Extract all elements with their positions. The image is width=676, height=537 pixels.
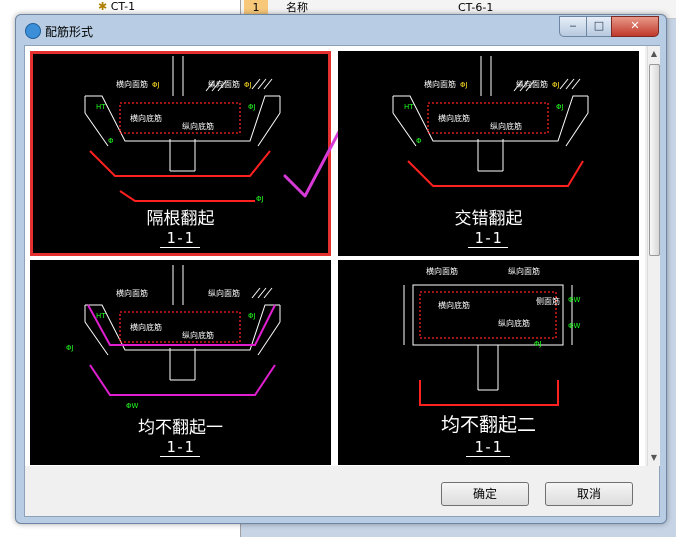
svg-text:横向面筋: 横向面筋 xyxy=(424,79,456,89)
section-label: 1-1 xyxy=(160,229,200,248)
scroll-down-icon[interactable]: ▼ xyxy=(648,452,660,464)
maximize-icon: □ xyxy=(593,19,605,32)
tree-item-ct1[interactable]: ✱ CT-1 xyxy=(98,0,135,13)
cancel-button[interactable]: 取消 xyxy=(545,482,633,506)
svg-text:纵向面筋: 纵向面筋 xyxy=(516,79,548,89)
ok-button[interactable]: 确定 xyxy=(441,482,529,506)
app-icon xyxy=(25,23,41,39)
section-label: 1-1 xyxy=(466,438,510,457)
minimize-icon: ‒ xyxy=(569,19,577,32)
svg-text:Φ: Φ xyxy=(108,137,114,145)
svg-text:ΦJ: ΦJ xyxy=(248,103,256,111)
tree-item-label: CT-1 xyxy=(110,0,136,13)
svg-text:HT: HT xyxy=(96,312,106,320)
svg-text:纵向底筋: 纵向底筋 xyxy=(490,121,522,131)
svg-text:横向面筋: 横向面筋 xyxy=(116,288,148,298)
svg-text:ΦJ: ΦJ xyxy=(248,312,256,320)
svg-text:ΦJ: ΦJ xyxy=(244,81,252,89)
label-side-bar: 侧面筋 xyxy=(536,296,560,306)
component-icon: ✱ xyxy=(98,0,108,13)
svg-text:纵向面筋: 纵向面筋 xyxy=(508,266,540,276)
svg-text:横向底筋: 横向底筋 xyxy=(130,322,162,332)
svg-text:ΦJ: ΦJ xyxy=(460,81,468,89)
maximize-button[interactable]: □ xyxy=(586,16,612,37)
option-no-bend-one[interactable]: 横向面筋 纵向面筋 横向底筋 纵向底筋 HT ΦJ ΦJ ΦW 均不翻起一 1-1 xyxy=(30,260,331,465)
svg-text:ΦW: ΦW xyxy=(126,402,139,410)
option-no-bend-two[interactable]: 横向面筋 纵向面筋 横向底筋 纵向底筋 侧面筋 ΦW ΦW ΦJ 均不翻起二 1-1 xyxy=(338,260,639,465)
svg-text:ΦJ: ΦJ xyxy=(552,81,560,89)
svg-text:纵向底筋: 纵向底筋 xyxy=(182,330,214,340)
svg-text:横向底筋: 横向底筋 xyxy=(438,113,470,123)
svg-text:Φ: Φ xyxy=(416,137,422,145)
rebar-form-dialog: 配筋形式 ‒ □ ✕ 横向面筋 纵向面筋 横向底筋 纵向底筋 ΦJ ΦJ HT … xyxy=(15,14,667,524)
svg-text:HT: HT xyxy=(96,103,106,111)
dialog-body: 横向面筋 纵向面筋 横向底筋 纵向底筋 ΦJ ΦJ HT ΦJ Φ ΦJ 隔根翻起 1-… xyxy=(24,45,660,517)
title-bar[interactable]: 配筋形式 ‒ □ ✕ xyxy=(16,15,666,45)
svg-text:ΦJ: ΦJ xyxy=(556,103,564,111)
panel-title: 均不翻起二 xyxy=(440,414,536,436)
label-lateral-face: 横向面筋 xyxy=(116,79,148,89)
svg-text:ΦJ: ΦJ xyxy=(152,81,160,89)
vertical-scrollbar[interactable]: ▲ ▼ xyxy=(647,46,660,466)
dialog-title: 配筋形式 xyxy=(45,25,94,39)
svg-text:ΦJ: ΦJ xyxy=(534,340,542,348)
option-staggered-bend[interactable]: 横向面筋 纵向面筋 横向底筋 纵向底筋 ΦJ ΦJ HT ΦJ Φ 交错翻起 1-1 xyxy=(338,51,639,256)
rebar-form-gallery: 横向面筋 纵向面筋 横向底筋 纵向底筋 ΦJ ΦJ HT ΦJ Φ ΦJ 隔根翻起 1-… xyxy=(25,46,645,466)
label-lateral-bottom: 横向底筋 xyxy=(130,113,162,123)
section-label: 1-1 xyxy=(160,438,200,457)
panel-title: 均不翻起一 xyxy=(138,418,223,438)
scroll-up-icon[interactable]: ▲ xyxy=(648,48,660,60)
close-button[interactable]: ✕ xyxy=(611,16,659,37)
svg-text:纵向面筋: 纵向面筋 xyxy=(208,288,240,298)
svg-text:ΦJ: ΦJ xyxy=(256,195,264,203)
section-label: 1-1 xyxy=(468,229,508,248)
svg-text:ΦJ: ΦJ xyxy=(66,344,74,352)
svg-text:ΦW: ΦW xyxy=(568,296,581,304)
close-icon: ✕ xyxy=(630,19,640,32)
label-longitudinal-face: 纵向面筋 xyxy=(208,79,240,89)
svg-text:纵向底筋: 纵向底筋 xyxy=(498,318,530,328)
minimize-button[interactable]: ‒ xyxy=(559,16,587,37)
svg-text:横向底筋: 横向底筋 xyxy=(438,300,470,310)
svg-text:HT: HT xyxy=(404,103,414,111)
svg-text:ΦW: ΦW xyxy=(568,322,581,330)
svg-text:横向面筋: 横向面筋 xyxy=(426,266,458,276)
panel-title: 交错翻起 xyxy=(454,209,523,229)
scroll-thumb[interactable] xyxy=(649,64,660,256)
label-longitudinal-bottom: 纵向底筋 xyxy=(182,121,214,131)
